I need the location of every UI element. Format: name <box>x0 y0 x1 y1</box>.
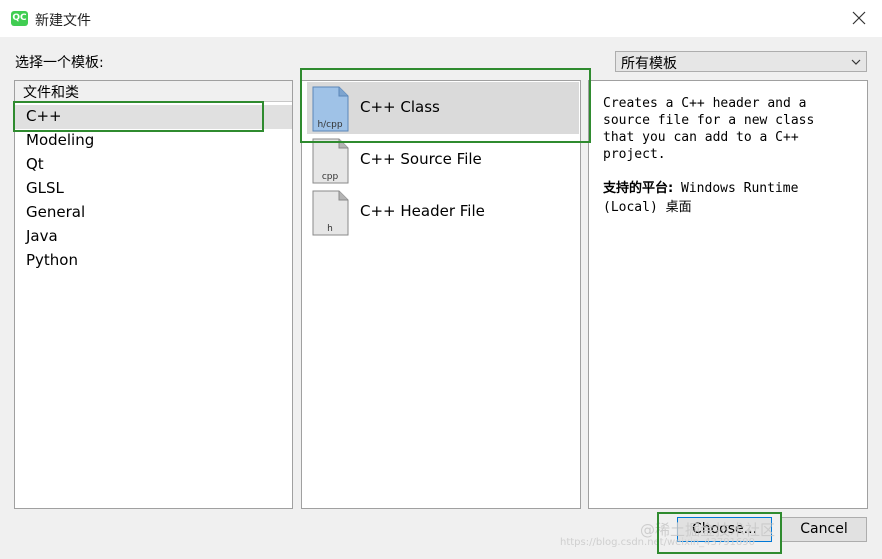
template-description: Creates a C++ header and a source file f… <box>603 96 815 162</box>
category-item-general[interactable]: General <box>15 201 292 225</box>
svg-text:h/cpp: h/cpp <box>317 120 342 130</box>
svg-text:h: h <box>327 224 333 234</box>
template-item-cpp-header[interactable]: h C++ Header File <box>302 186 580 238</box>
platforms-label: 支持的平台: <box>603 181 674 196</box>
choose-template-label: 选择一个模板: <box>15 55 104 71</box>
window-title: 新建文件 <box>35 13 91 29</box>
category-group-label: 文件和类 <box>23 85 79 101</box>
chevron-down-icon <box>851 59 861 65</box>
svg-text:cpp: cpp <box>322 172 339 182</box>
category-group-header: 文件和类 <box>15 81 292 102</box>
template-item-cpp-class[interactable]: h/cpp C++ Class <box>307 82 579 134</box>
choose-button[interactable]: Choose... <box>677 517 772 542</box>
category-item-modeling[interactable]: Modeling <box>15 129 292 153</box>
template-item-cpp-source[interactable]: cpp C++ Source File <box>302 134 580 186</box>
category-list[interactable]: 文件和类 C++ Modeling Qt GLSL General Java P… <box>14 80 293 509</box>
file-cpp-icon: cpp <box>312 138 349 184</box>
dialog-body: 选择一个模板: 所有模板 文件和类 C++ Modeling Qt GLSL G… <box>0 37 882 559</box>
category-item-java[interactable]: Java <box>15 225 292 249</box>
cancel-button[interactable]: Cancel <box>781 517 867 542</box>
description-panel: Creates a C++ header and a source file f… <box>588 80 868 509</box>
close-icon[interactable] <box>850 9 868 27</box>
template-filter-dropdown[interactable]: 所有模板 <box>615 51 867 72</box>
category-item-qt[interactable]: Qt <box>15 153 292 177</box>
file-h-icon: h <box>312 190 349 236</box>
template-list[interactable]: h/cpp C++ Class cpp C++ Source File h C+… <box>301 80 581 509</box>
template-label: C++ Header File <box>360 202 485 220</box>
filter-value: 所有模板 <box>621 56 677 72</box>
supported-platforms: 支持的平台: Windows Runtime (Local) 桌面 <box>603 179 853 217</box>
file-h-cpp-icon: h/cpp <box>312 86 349 132</box>
category-item-cpp[interactable]: C++ <box>15 105 292 129</box>
category-item-glsl[interactable]: GLSL <box>15 177 292 201</box>
qt-creator-app-icon: QC <box>11 11 28 26</box>
category-item-python[interactable]: Python <box>15 249 292 273</box>
template-label: C++ Class <box>360 98 440 116</box>
title-bar: QC 新建文件 <box>0 0 882 37</box>
template-label: C++ Source File <box>360 150 482 168</box>
